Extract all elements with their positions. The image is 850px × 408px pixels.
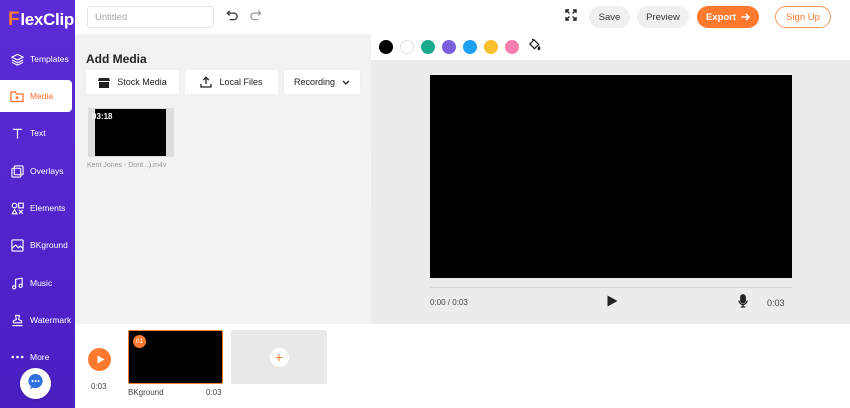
timeline-play-button[interactable]	[88, 348, 111, 371]
add-scene-button[interactable]: +	[231, 330, 327, 384]
preview-button[interactable]: Preview	[637, 6, 689, 28]
layers-icon	[10, 52, 24, 66]
undo-button[interactable]	[224, 9, 240, 25]
redo-button[interactable]	[247, 9, 263, 25]
play-icon	[97, 355, 105, 364]
app-root: FlexClip Templates Media Text Overlays E…	[0, 0, 850, 408]
tab-stock-media[interactable]: Stock Media	[86, 70, 179, 94]
arrow-right-icon	[741, 13, 751, 21]
microphone-icon	[738, 293, 748, 313]
color-swatch-pink[interactable]	[505, 40, 519, 54]
store-icon	[98, 77, 111, 88]
chat-support-button[interactable]	[20, 368, 51, 399]
color-swatch-teal[interactable]	[421, 40, 435, 54]
upload-icon	[200, 76, 213, 88]
paint-bucket-button[interactable]	[527, 38, 541, 56]
tab-recording[interactable]: Recording	[284, 70, 360, 94]
timeline: 0:03 01 BKground 0:03 +	[75, 324, 850, 408]
tab-label: Recording	[293, 77, 336, 87]
sidebar-item-label: Watermark	[30, 315, 72, 325]
color-swatch-black[interactable]	[379, 40, 393, 54]
media-filename: Kent Jones - Dont...).m4v	[87, 162, 167, 169]
clip-duration: 0:03	[206, 388, 222, 397]
tab-label: Stock Media	[117, 77, 167, 87]
redo-icon	[249, 8, 262, 26]
text-icon	[10, 126, 24, 140]
elements-icon	[10, 201, 24, 215]
timeline-clip[interactable]: 01	[128, 330, 223, 384]
playback-time: 0:00 / 0:03	[430, 298, 468, 307]
clip-index-badge: 01	[133, 335, 146, 348]
color-swatch-blue[interactable]	[463, 40, 477, 54]
fullscreen-button[interactable]	[563, 9, 579, 25]
watermark-icon	[10, 313, 24, 327]
sidebar-item-watermark[interactable]: Watermark	[0, 304, 75, 336]
sidebar-item-label: Overlays	[30, 166, 64, 176]
export-label: Export	[705, 11, 737, 23]
sidebar-item-label: Text	[30, 128, 46, 138]
total-duration: 0:03	[767, 298, 785, 308]
sidebar-item-label: Media	[30, 91, 54, 101]
microphone-button[interactable]	[737, 293, 749, 313]
sidebar-item-label: Music	[30, 278, 53, 288]
export-button[interactable]: Export	[697, 6, 759, 28]
project-title-input[interactable]	[87, 6, 214, 28]
overlays-icon	[10, 164, 24, 178]
color-swatch-purple[interactable]	[442, 40, 456, 54]
sidebar: FlexClip Templates Media Text Overlays E…	[0, 0, 75, 408]
chevron-down-icon	[342, 80, 350, 85]
sidebar-item-bkground[interactable]: BKground	[0, 229, 75, 261]
sidebar-item-overlays[interactable]: Overlays	[0, 155, 75, 187]
sidebar-item-elements[interactable]: Elements	[0, 192, 75, 224]
logo-prefix: F	[8, 9, 20, 30]
sidebar-item-media[interactable]: Media	[0, 80, 72, 112]
sidebar-item-label: BKground	[30, 240, 68, 250]
sidebar-item-label: More	[30, 352, 50, 362]
background-icon	[10, 238, 24, 252]
play-icon	[607, 294, 618, 312]
media-duration: 03:18	[92, 112, 113, 121]
top-toolbar: Save Preview Export Sign Up	[75, 0, 850, 34]
clip-name: BKground	[128, 388, 164, 397]
tab-label: Local Files	[219, 77, 263, 87]
media-panel: Add Media Stock Media Local Files Record…	[75, 34, 371, 324]
preview-area: 0:00 / 0:03 0:03	[371, 60, 850, 324]
sidebar-item-music[interactable]: Music	[0, 267, 75, 299]
sidebar-item-label: Elements	[30, 203, 66, 213]
paint-bucket-icon	[528, 38, 541, 56]
save-button[interactable]: Save	[589, 6, 630, 28]
sidebar-item-text[interactable]: Text	[0, 117, 75, 149]
chat-bubble-icon	[27, 373, 44, 395]
timeline-time: 0:03	[91, 382, 107, 391]
sidebar-item-templates[interactable]: Templates	[0, 43, 75, 75]
color-swatch-white[interactable]	[400, 40, 414, 54]
play-button[interactable]	[606, 294, 618, 312]
background-color-bar	[371, 34, 850, 60]
sign-up-button[interactable]: Sign Up	[775, 6, 831, 28]
panel-title: Add Media	[86, 52, 147, 66]
plus-icon: +	[269, 347, 289, 367]
media-item[interactable]: 03:18	[88, 108, 174, 157]
tab-local-files[interactable]: Local Files	[185, 70, 278, 94]
playback-progress-bar[interactable]	[430, 287, 792, 288]
more-dots-icon	[10, 350, 24, 364]
color-swatch-yellow[interactable]	[484, 40, 498, 54]
video-canvas[interactable]	[430, 75, 792, 278]
flexclip-logo[interactable]: FlexClip	[8, 9, 74, 30]
logo-text: lexClip	[20, 10, 74, 29]
music-icon	[10, 276, 24, 290]
media-folder-icon	[10, 89, 24, 103]
fullscreen-icon	[565, 8, 577, 26]
undo-icon	[225, 8, 239, 26]
sidebar-item-label: Templates	[30, 54, 69, 64]
